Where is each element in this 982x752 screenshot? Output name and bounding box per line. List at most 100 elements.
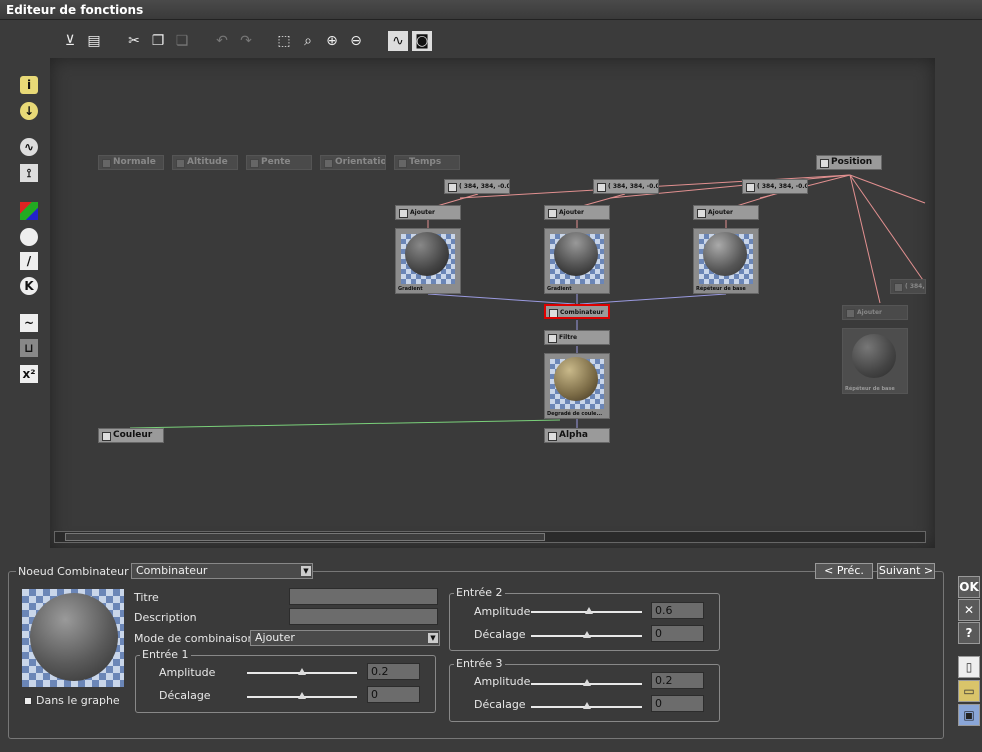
value-node[interactable]: ( 384, 384, -0.0... — [444, 179, 510, 194]
amplitude-slider[interactable] — [531, 607, 642, 614]
cancel-button[interactable]: ✕ — [958, 599, 980, 621]
noise-icon[interactable]: ∿ — [20, 138, 38, 156]
prev-button[interactable]: < Préc. — [815, 563, 873, 579]
node-select[interactable]: Combinateur ▼ — [131, 563, 313, 579]
in-graph-checkbox[interactable] — [24, 697, 32, 705]
sphere-preview — [405, 232, 449, 276]
slider-knob[interactable] — [582, 631, 591, 638]
save-icon[interactable]: ▣ — [958, 704, 980, 726]
value-node[interactable]: ( 384, 384, -0.0... — [742, 179, 808, 194]
power-icon[interactable]: x² — [20, 365, 38, 383]
align-icon[interactable]: ▤ — [84, 31, 104, 51]
slider-knob[interactable] — [582, 702, 591, 709]
offset-field[interactable]: 0 — [651, 625, 704, 642]
slider-knob[interactable] — [298, 668, 306, 675]
input-node-position[interactable]: Position — [816, 155, 882, 170]
amplitude-slider[interactable] — [247, 668, 357, 675]
offset-label: Décalage — [159, 689, 211, 702]
amplitude-label: Amplitude — [474, 605, 531, 618]
base-repeater-node-thumb[interactable]: Répéteur de base — [693, 228, 759, 294]
waveform-icon[interactable]: ∿ — [388, 31, 408, 51]
gradient-node-thumb[interactable]: Gradient — [395, 228, 461, 294]
undo-icon[interactable]: ↶ — [212, 31, 232, 51]
open-folder-icon[interactable]: ▭ — [958, 680, 980, 702]
chevron-down-icon: ▼ — [301, 566, 311, 576]
zoom-fit-icon[interactable]: ⬚ — [274, 31, 294, 51]
input-node-icon[interactable]: i — [20, 76, 38, 94]
output-node-color[interactable]: Couleur — [98, 428, 164, 443]
output-node-alpha[interactable]: Alpha — [544, 428, 610, 443]
color-gradient-node-thumb[interactable]: Degradé de coule... — [544, 353, 610, 419]
slider-knob[interactable] — [298, 692, 306, 699]
preview-icon[interactable]: ◙ — [412, 31, 432, 51]
amplitude-field[interactable]: 0.2 — [367, 663, 420, 680]
in-graph-label: Dans le graphe — [36, 694, 120, 707]
filter-node[interactable]: Filtre — [544, 330, 610, 345]
add-node[interactable]: Ajouter — [842, 305, 908, 320]
scrollbar-thumb[interactable] — [65, 533, 545, 541]
thumb-label: Gradient — [547, 286, 572, 292]
value-node[interactable]: ( 384, 384... — [890, 279, 926, 294]
next-button[interactable]: Suivant > — [877, 563, 935, 579]
add-node[interactable]: Ajouter — [544, 205, 610, 220]
input-node-pente[interactable]: Pente — [246, 155, 312, 170]
ok-button[interactable]: OK — [958, 576, 980, 598]
title-bar: Editeur de fonctions — [0, 0, 982, 20]
curve-icon[interactable]: ~ — [20, 314, 38, 332]
toolbar: ⊻ ▤ ✂ ❐ ❏ ↶ ↷ ⬚ ⌕ ⊕ ⊖ ∿ ◙ — [0, 28, 982, 54]
sphere-icon[interactable] — [20, 228, 38, 246]
offset-label: Décalage — [474, 698, 526, 711]
zoom-out-icon[interactable]: ⊖ — [346, 31, 366, 51]
offset-field[interactable]: 0 — [651, 695, 704, 712]
chevron-down-icon: ▼ — [428, 633, 438, 643]
title-field[interactable] — [289, 588, 438, 605]
slider-knob[interactable] — [584, 607, 593, 614]
amplitude-field[interactable]: 0.6 — [651, 602, 704, 619]
redo-icon[interactable]: ↷ — [236, 31, 256, 51]
color-icon[interactable] — [20, 202, 38, 220]
filter-icon[interactable]: ⊔ — [20, 339, 38, 357]
output-node-icon[interactable]: ↓ — [20, 102, 38, 120]
combiner-node[interactable]: Combinateur — [544, 304, 610, 319]
connect-icon[interactable]: ⟟ — [20, 164, 38, 182]
help-button[interactable]: ? — [958, 622, 980, 644]
cut-icon[interactable]: ✂ — [124, 31, 144, 51]
offset-field[interactable]: 0 — [367, 686, 420, 703]
thumb-label: Répéteur de base — [845, 386, 895, 392]
input-node-orientation[interactable]: Orientation — [320, 155, 386, 170]
copy-icon[interactable]: ❐ — [148, 31, 168, 51]
offset-slider[interactable] — [531, 631, 642, 638]
thumb-label: Gradient — [398, 286, 423, 292]
amplitude-label: Amplitude — [159, 666, 216, 679]
base-repeater-node-thumb[interactable]: Répéteur de base — [842, 328, 908, 394]
graph-horizontal-scrollbar[interactable] — [54, 531, 926, 543]
amplitude-label: Amplitude — [474, 675, 531, 688]
window-title: Editeur de fonctions — [6, 3, 144, 17]
amplitude-field[interactable]: 0.2 — [651, 672, 704, 689]
constant-icon[interactable]: K — [20, 277, 38, 295]
gradient-node-thumb[interactable]: Gradient — [544, 228, 610, 294]
input-node-temps[interactable]: Temps — [394, 155, 460, 170]
slider-knob[interactable] — [582, 679, 591, 686]
zoom-in-icon[interactable]: ⊕ — [322, 31, 342, 51]
zoom-region-icon[interactable]: ⌕ — [298, 31, 318, 51]
value-node[interactable]: ( 384, 384, -0.0... — [593, 179, 659, 194]
sphere-preview — [30, 593, 118, 681]
graph-canvas[interactable]: Normale Altitude Pente Orientation Temps… — [50, 58, 935, 548]
amplitude-slider[interactable] — [531, 679, 642, 686]
node-select-value: Combinateur — [136, 564, 208, 577]
offset-slider[interactable] — [531, 702, 642, 709]
mode-select[interactable]: Ajouter ▼ — [250, 630, 440, 646]
add-node[interactable]: Ajouter — [693, 205, 759, 220]
mode-label: Mode de combinaison — [134, 632, 255, 645]
offset-label: Décalage — [474, 628, 526, 641]
description-field[interactable] — [289, 608, 438, 625]
add-node[interactable]: Ajouter — [395, 205, 461, 220]
new-file-icon[interactable]: ▯ — [958, 656, 980, 678]
italic-icon[interactable]: / — [20, 252, 38, 270]
offset-slider[interactable] — [247, 692, 357, 699]
paste-icon[interactable]: ❏ — [172, 31, 192, 51]
tree-layout-icon[interactable]: ⊻ — [60, 31, 80, 51]
input-node-altitude[interactable]: Altitude — [172, 155, 238, 170]
input-node-normale[interactable]: Normale — [98, 155, 164, 170]
